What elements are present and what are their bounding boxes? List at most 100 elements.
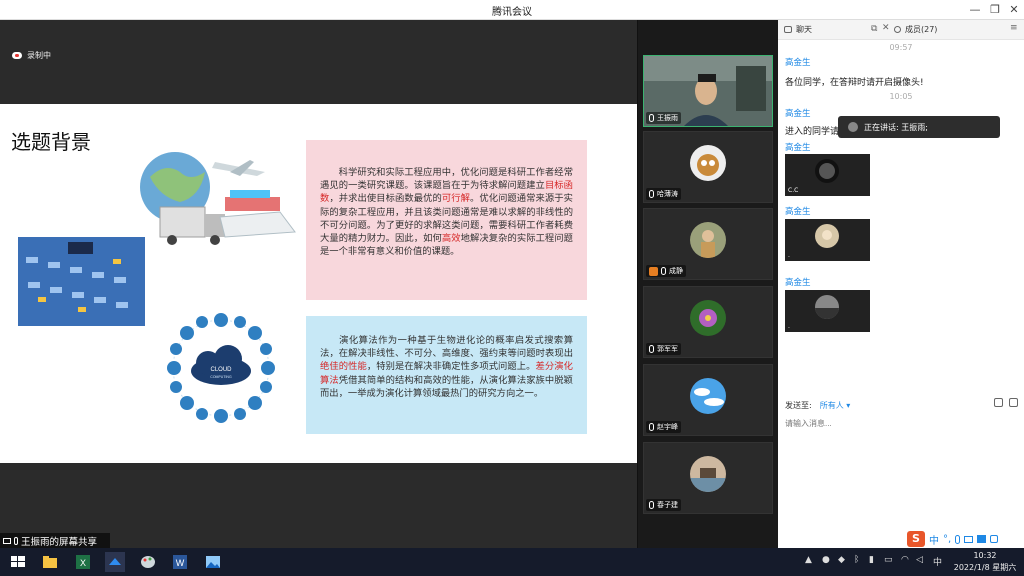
mic-icon <box>14 537 18 545</box>
participant-avatar <box>690 378 726 414</box>
message-sender: 高金生 <box>785 109 811 119</box>
bluetooth-icon[interactable]: ᛒ <box>854 555 859 565</box>
participant-name-tag: 春子建 <box>646 499 681 511</box>
maximize-button[interactable]: ❐ <box>985 2 1005 18</box>
tray-mic-icon[interactable]: ▮ <box>869 555 874 565</box>
clock[interactable]: 10:32 2022/1/8 星期六 <box>952 550 1018 574</box>
screen-share-label[interactable]: 王振雨的屏幕共享 <box>0 533 110 549</box>
desktop: 腾讯会议 — ❐ ✕ 录制中 选题背景 CLOUD COMPUTING 科学研究… <box>0 0 1024 576</box>
ime-mode-label[interactable]: 中 <box>929 532 939 547</box>
start-button[interactable] <box>8 552 28 572</box>
volume-icon[interactable]: ◁ <box>916 555 923 565</box>
participant-name-tag: 成静 <box>646 265 686 277</box>
chat-timestamp: 10:05 <box>889 92 913 101</box>
tab-members[interactable]: 成员(27) <box>894 24 937 35</box>
mic-icon <box>649 190 654 198</box>
word-icon[interactable]: W <box>170 552 190 572</box>
speaker-avatar-icon <box>848 122 858 132</box>
tray-icon[interactable]: ◆ <box>838 555 845 565</box>
participant-avatar <box>690 456 726 492</box>
thumb-avatar <box>815 295 839 319</box>
chat-tools <box>994 398 1018 407</box>
menu-icon[interactable]: ≡ <box>1010 23 1018 33</box>
image-viewer-icon[interactable] <box>203 552 223 572</box>
participant-avatar <box>690 145 726 181</box>
chat-image[interactable]: C.C <box>785 154 870 196</box>
members-icon <box>894 26 901 33</box>
excel-icon[interactable]: X <box>73 552 93 572</box>
close-button[interactable]: ✕ <box>1004 2 1024 18</box>
tab-chat[interactable]: 聊天 <box>784 24 812 35</box>
box1-highlight-2: 可行解 <box>441 193 470 205</box>
presentation-slide: 选题背景 CLOUD COMPUTING 科学研究和实际工程应用中，优化问题是科… <box>0 104 637 463</box>
paint-icon[interactable] <box>138 552 158 572</box>
chat-image[interactable]: . <box>785 290 870 332</box>
box2-highlight-1: 绝佳的性能 <box>320 361 367 373</box>
message-text: 进入的同学请 <box>785 127 840 137</box>
box2-text-1: 演化算法作为一种基于生物进化论的概率启发式搜索算法，在解决非线性、不可分、高维度… <box>320 335 573 360</box>
logistics-illustration <box>140 152 296 245</box>
box1-text-1: 科学研究和实际工程应用中，优化问题是科研工作者经常遇见的一类研究课题。该课题旨在… <box>320 167 573 192</box>
minimize-button[interactable]: — <box>965 2 985 18</box>
chat-timestamp: 09:57 <box>889 43 913 52</box>
mic-icon <box>649 345 654 353</box>
ime-punct-icon[interactable]: °, <box>943 534 951 545</box>
background-text-box-2: 演化算法作为一种基于生物进化论的概率启发式搜索算法，在解决非线性、不可分、高维度… <box>306 316 587 434</box>
video-tile[interactable]: 赵宇峰 <box>643 364 773 436</box>
screen-share-area: 录制中 选题背景 CLOUD COMPUTING 科学研究和实际工程应用中，优化… <box>0 20 637 548</box>
video-tile[interactable]: 郭军军 <box>643 286 773 358</box>
thumb-name: . <box>788 323 790 330</box>
ime-taskbar-label[interactable]: 中 <box>933 555 942 568</box>
mic-icon <box>649 114 654 122</box>
mic-icon <box>661 267 666 275</box>
cloud-sub-label: COMPUTING <box>210 375 232 379</box>
recording-icon <box>12 52 22 59</box>
clock-date: 2022/1/8 星期六 <box>953 563 1017 572</box>
thumb-avatar <box>815 159 839 183</box>
video-tile[interactable]: 春子建 <box>643 442 773 514</box>
svg-text:W: W <box>176 558 185 568</box>
popout-icon[interactable]: ⧉ <box>871 24 877 34</box>
chat-input[interactable] <box>785 415 1017 431</box>
participant-name-tag: 王振雨 <box>646 112 681 124</box>
mic-icon <box>649 501 654 509</box>
close-chat-icon[interactable]: ✕ <box>882 23 890 33</box>
participant-video-list: 王振雨 哈薄涛 成静 郭军军 赵宇峰 春子建 <box>637 20 778 548</box>
participant-avatar <box>690 222 726 258</box>
taskbar: X W ▲ ● ◆ ᛒ ▮ ▭ ◠ ◁ 中 10:32 2022/1/8 星期六 <box>0 548 1024 576</box>
send-to-select[interactable]: 所有人 ▾ <box>820 400 851 411</box>
box1-highlight-3: 高效 <box>441 233 461 245</box>
mic-icon <box>649 423 654 431</box>
video-tile[interactable]: 成静 <box>643 208 773 280</box>
screen-share-text: 王振雨的屏幕共享 <box>21 537 98 548</box>
thumb-name: C.C <box>788 187 799 194</box>
thumb-name: . <box>788 252 790 259</box>
chat-icon <box>784 26 792 33</box>
ime-mic-icon[interactable] <box>955 534 961 544</box>
ime-tools-icon[interactable] <box>990 535 999 543</box>
video-tile-speaker[interactable]: 王振雨 <box>643 55 773 127</box>
window-title: 腾讯会议 <box>492 7 532 18</box>
video-tile[interactable]: 哈薄涛 <box>643 131 773 203</box>
recording-indicator: 录制中 <box>12 50 51 61</box>
chat-panel: 聊天 ⧉ ✕ 成员(27) ≡ 09:57 高金生 各位同学，在答辩时请开启摄像… <box>778 20 1024 548</box>
emoji-icon[interactable] <box>994 398 1003 407</box>
chat-image[interactable]: . <box>785 219 870 261</box>
participant-name-tag: 哈薄涛 <box>646 188 681 200</box>
ime-skin-icon[interactable] <box>977 535 987 543</box>
participant-name-tag: 赵宇峰 <box>646 421 681 433</box>
image-icon[interactable] <box>1009 398 1018 407</box>
thumb-avatar <box>815 224 839 248</box>
file-explorer-icon[interactable] <box>40 552 60 572</box>
tencent-meeting-icon[interactable] <box>105 552 125 572</box>
tray-icon[interactable]: ● <box>822 555 830 565</box>
sogou-icon[interactable]: S <box>907 531 925 547</box>
tray-meeting-icon[interactable]: ▲ <box>805 555 812 565</box>
chat-tabs: 聊天 ⧉ ✕ 成员(27) ≡ <box>778 20 1024 40</box>
box2-text-2: ，特别是在解决非确定性多项式问题上。 <box>366 361 536 373</box>
host-icon <box>649 266 658 276</box>
participant-avatar <box>690 300 726 336</box>
tray-icon[interactable]: ▭ <box>884 555 893 565</box>
wifi-icon[interactable]: ◠ <box>901 555 909 565</box>
ime-keyboard-icon[interactable] <box>964 535 974 543</box>
